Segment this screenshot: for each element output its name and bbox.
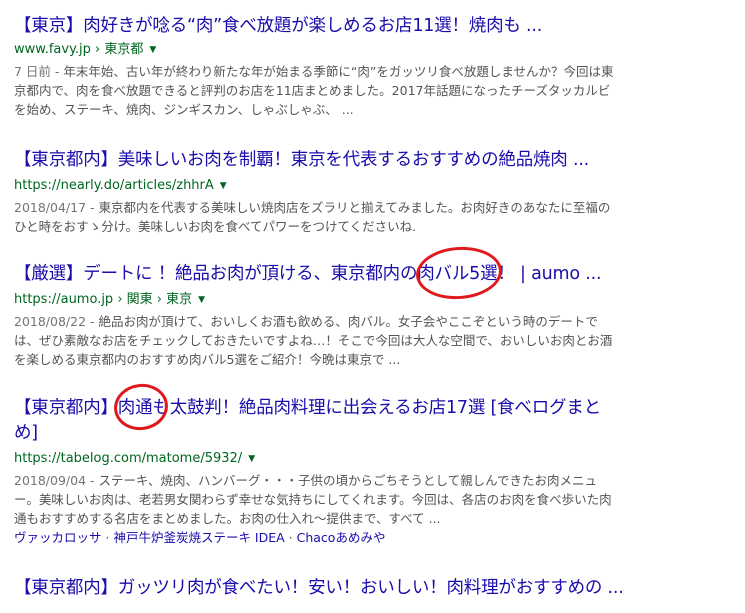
search-result: 【厳選】デートに ！絶品お肉が頂ける、東京都内の肉バル5選！ | aumo ..… (14, 262, 734, 369)
result-snippet-text: 東京都内を代表する美味しい焼肉店をズラリと揃えてみました。お肉好きのあなたに至福… (14, 200, 611, 234)
result-url-text[interactable]: https://aumo.jp › 関東 › 東京 (14, 291, 192, 309)
result-snippet-text: ステーキ、焼肉、ハンバーグ・・・子供の頃からごちそうとして親しんできたお肉メニュ… (14, 473, 612, 526)
result-title-link[interactable]: 【東京都内】美味しいお肉を制覇！東京を代表するおすすめの絶品焼肉 ... (14, 148, 734, 172)
search-result: 【東京都内】美味しいお肉を制覇！東京を代表するおすすめの絶品焼肉 ... htt… (14, 148, 734, 236)
result-url: https://tabelog.com/matome/5932/ ▼ (14, 450, 614, 468)
caret-down-icon[interactable]: ▼ (248, 450, 255, 468)
result-snippet-text: 絶品お肉が頂けて、おいしくお酒も飲める、肉バル。女子会やここぞという時のデートで… (14, 314, 613, 367)
result-date: 2018/08/22 - (14, 314, 99, 329)
result-snippet: 2018/04/17 - 東京都内を代表する美味しい焼肉店をズラリと揃えてみまし… (14, 198, 614, 236)
result-url-text[interactable]: https://tabelog.com/matome/5932/ (14, 450, 242, 468)
caret-down-icon[interactable]: ▼ (198, 291, 205, 309)
result-url: https://nearly.do/articles/zhhrA ▼ (14, 177, 734, 195)
result-url: https://aumo.jp › 関東 › 東京 ▼ (14, 291, 734, 309)
search-result: 【東京都内】ガッツリ肉が食べたい！安い！おいしい！肉料理がおすすめの ... (14, 576, 634, 600)
search-result: 【東京都内】肉通も太鼓判！絶品肉料理に出会えるお店17選 [食べログまとめ] h… (14, 396, 614, 547)
caret-down-icon[interactable]: ▼ (149, 41, 156, 59)
result-date: 7 日前 - (14, 64, 64, 79)
result-snippet: 7 日前 - 年末年始、古い年が終わり新たな年が始まる季節に“肉”をガッツリ食べ… (14, 62, 614, 119)
sitelink-separator: · (101, 530, 114, 545)
result-title-link[interactable]: 【東京都内】ガッツリ肉が食べたい！安い！おいしい！肉料理がおすすめの ... (14, 576, 634, 600)
result-snippet: 2018/08/22 - 絶品お肉が頂けて、おいしくお酒も飲める、肉バル。女子会… (14, 312, 614, 369)
result-snippet: 2018/09/04 - ステーキ、焼肉、ハンバーグ・・・子供の頃からごちそうと… (14, 471, 614, 528)
result-date: 2018/09/04 - (14, 473, 99, 488)
result-url: www.favy.jp › 東京都 ▼ (14, 41, 734, 59)
caret-down-icon[interactable]: ▼ (220, 177, 227, 195)
sitelink[interactable]: Chacoあめみや (297, 530, 386, 545)
search-result: 【東京】肉好きが唸る“肉”食べ放題が楽しめるお店11選！焼肉も ... www.… (14, 14, 734, 119)
result-date: 2018/04/17 - (14, 200, 99, 215)
sitelink[interactable]: ヴァッカロッサ (14, 530, 102, 545)
result-title-link[interactable]: 【東京都内】肉通も太鼓判！絶品肉料理に出会えるお店17選 [食べログまとめ] (14, 396, 614, 446)
sitelink[interactable]: 神戸牛炉釜炭焼ステーキ IDEA (113, 530, 284, 545)
result-title-link[interactable]: 【厳選】デートに ！絶品お肉が頂ける、東京都内の肉バル5選！ | aumo ..… (14, 262, 734, 286)
result-sitelinks: ヴァッカロッサ · 神戸牛炉釜炭焼ステーキ IDEA · Chacoあめみや (14, 529, 614, 547)
result-url-text[interactable]: www.favy.jp › 東京都 (14, 41, 143, 59)
result-title-link[interactable]: 【東京】肉好きが唸る“肉”食べ放題が楽しめるお店11選！焼肉も ... (14, 14, 734, 38)
sitelink-separator: · (284, 530, 297, 545)
result-url-text[interactable]: https://nearly.do/articles/zhhrA (14, 177, 214, 195)
result-snippet-text: 年末年始、古い年が終わり新たな年が始まる季節に“肉”をガッツリ食べ放題しませんか… (14, 64, 614, 117)
